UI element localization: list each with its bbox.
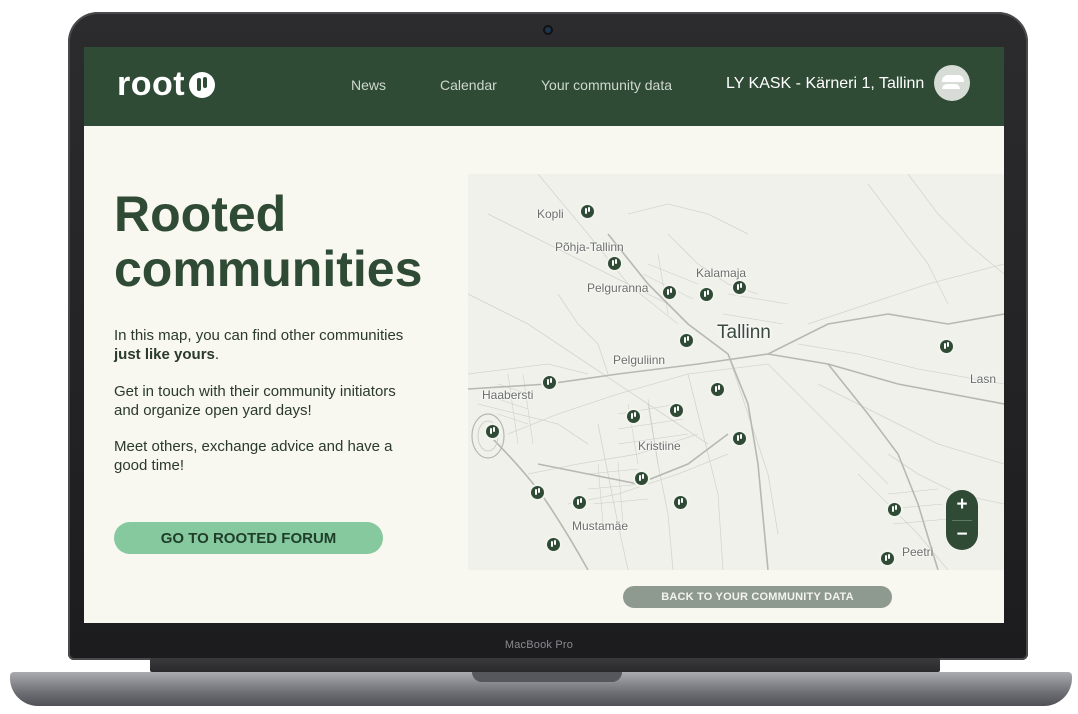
district-peetri: Peetri xyxy=(902,545,934,559)
zoom-in-button[interactable]: + xyxy=(946,491,978,519)
user-avatar[interactable] xyxy=(934,65,970,101)
district-pelguliinn: Pelguliinn xyxy=(613,353,666,367)
intro-paragraph: In this map, you can find other communit… xyxy=(114,326,414,364)
community-pin[interactable] xyxy=(733,432,746,445)
contact-paragraph: Get in touch with their community initia… xyxy=(114,383,396,419)
laptop-brand-label: MacBook Pro xyxy=(504,639,574,651)
intro-period: . xyxy=(214,346,220,363)
title-line-2: communities xyxy=(114,241,423,297)
go-to-forum-button[interactable]: GO TO ROOTED FORUM xyxy=(114,522,383,554)
district-haabersti: Haabersti xyxy=(482,388,534,402)
intro-emphasis: just like yours xyxy=(114,346,215,363)
back-to-community-data-button[interactable]: BACK TO YOUR COMMUNITY DATA xyxy=(623,586,892,608)
current-community: LY KASK - Kärneri 1, Tallinn xyxy=(726,75,925,92)
nav-community-data[interactable]: Your community data xyxy=(541,77,672,93)
community-pin[interactable] xyxy=(674,496,687,509)
community-pin[interactable] xyxy=(711,383,724,396)
laptop-notch xyxy=(472,672,622,682)
community-pin[interactable] xyxy=(486,425,499,438)
community-pin[interactable] xyxy=(663,286,676,299)
community-pin[interactable] xyxy=(543,376,556,389)
district-pohja-tallinn: Põhja-Tallinn xyxy=(555,240,624,254)
intro-text: In this map, you can find other communit… xyxy=(114,327,404,344)
community-pin[interactable] xyxy=(531,486,544,499)
community-pin[interactable] xyxy=(940,340,953,353)
laptop-keyboard xyxy=(150,658,940,672)
community-pin[interactable] xyxy=(573,496,586,509)
community-pin[interactable] xyxy=(581,205,594,218)
community-pin[interactable] xyxy=(608,257,621,270)
community-pin[interactable] xyxy=(733,281,746,294)
map-zoom-control: + − xyxy=(946,490,978,550)
community-map[interactable]: Kopli Põhja-Tallinn Kalamaja Pelguranna … xyxy=(468,174,1004,570)
community-pin[interactable] xyxy=(627,410,640,423)
app-screen: root News Calendar Your community data L… xyxy=(84,47,1004,623)
map-streets xyxy=(468,174,1004,570)
city-label: Tallinn xyxy=(717,322,771,343)
page-title: Rooted communities xyxy=(114,187,422,297)
nav-calendar[interactable]: Calendar xyxy=(440,77,497,93)
district-kristiine: Kristiine xyxy=(638,439,681,453)
district-pelguranna: Pelguranna xyxy=(587,281,649,295)
logo-text: root xyxy=(117,65,186,103)
community-pin[interactable] xyxy=(547,538,560,551)
community-pin[interactable] xyxy=(635,472,648,485)
community-pin[interactable] xyxy=(680,334,693,347)
app-header: root News Calendar Your community data L… xyxy=(84,47,1004,126)
root-logo[interactable]: root xyxy=(117,65,216,104)
community-pin[interactable] xyxy=(670,404,683,417)
webcam xyxy=(545,27,551,33)
district-kopli: Kopli xyxy=(537,207,564,221)
nav-news[interactable]: News xyxy=(351,77,386,93)
logo-mark-icon xyxy=(189,71,216,98)
district-lasn: Lasn xyxy=(970,372,997,386)
community-pin[interactable] xyxy=(700,288,713,301)
zoom-out-button[interactable]: − xyxy=(946,521,978,549)
title-line-1: Rooted xyxy=(114,186,287,242)
district-mustamae: Mustamäe xyxy=(572,519,629,533)
meet-paragraph: Meet others, exchange advice and have a … xyxy=(114,438,393,474)
community-pin[interactable] xyxy=(888,503,901,516)
district-kalamaja: Kalamaja xyxy=(696,266,747,280)
community-pin[interactable] xyxy=(881,552,894,565)
